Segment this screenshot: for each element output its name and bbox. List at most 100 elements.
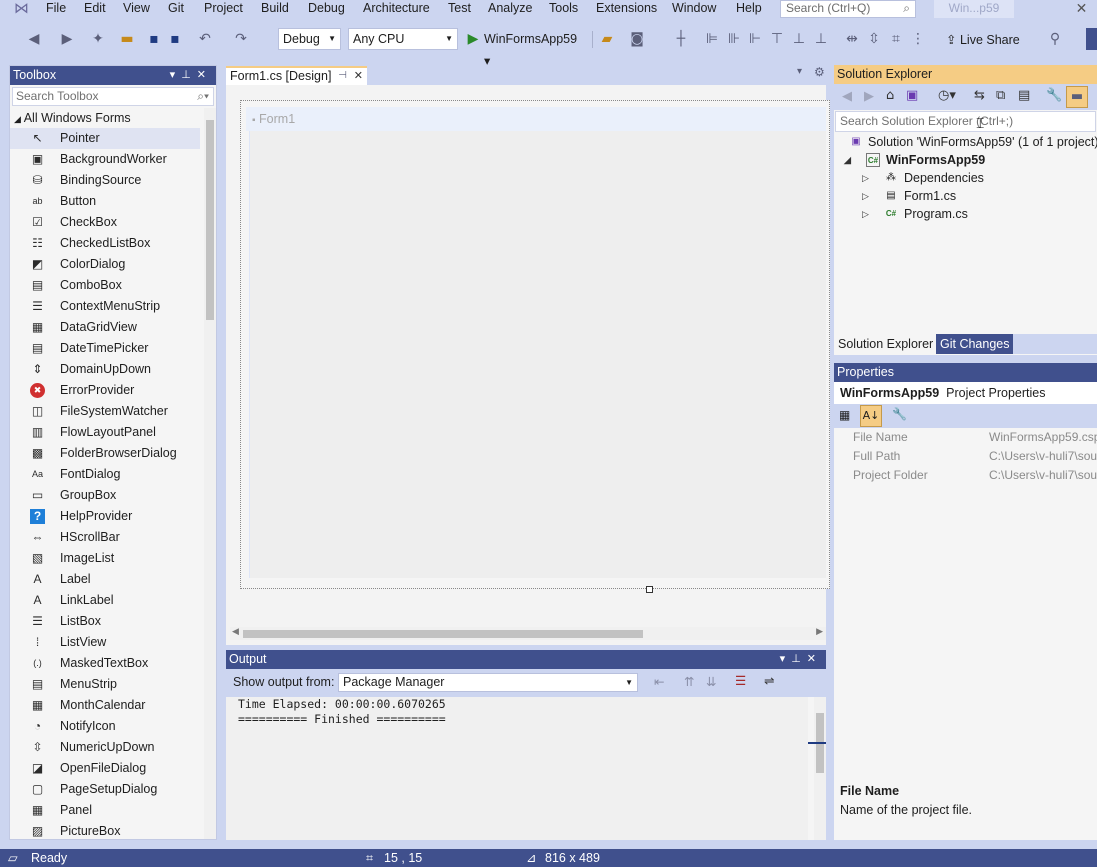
properties-object-selector[interactable]: WinFormsApp59 Project Properties bbox=[834, 382, 1097, 404]
scrollbar-thumb[interactable] bbox=[206, 120, 214, 320]
pin-icon[interactable]: ⊥ bbox=[791, 653, 807, 665]
toolbox-item[interactable]: ▦ MonthCalendar bbox=[10, 695, 200, 716]
start-debugging-icon[interactable]: ▶ bbox=[465, 28, 481, 50]
platform-dropdown[interactable]: Any CPU ▼ bbox=[348, 28, 458, 50]
configuration-dropdown[interactable]: Debug ▼ bbox=[278, 28, 341, 50]
form1-canvas[interactable] bbox=[249, 131, 826, 578]
toolbox-item[interactable]: ⁞ ListView bbox=[10, 632, 200, 653]
tab-solution-explorer[interactable]: Solution Explorer bbox=[834, 334, 938, 354]
align-left-icon[interactable]: ⊫ bbox=[703, 28, 721, 50]
alphabetical-icon[interactable]: A↓ bbox=[860, 405, 882, 427]
collapse-all-icon[interactable]: ⧉ bbox=[996, 88, 1005, 103]
redo-icon[interactable]: ↷ bbox=[232, 28, 250, 50]
toolbox-item[interactable]: ⇕ DomainUpDown bbox=[10, 359, 200, 380]
save-all-icon[interactable]: ▪ bbox=[166, 28, 184, 50]
show-all-files-icon[interactable]: ▤ bbox=[1018, 88, 1030, 103]
toolbox-item[interactable]: ▤ MenuStrip bbox=[10, 674, 200, 695]
account-badge[interactable] bbox=[1086, 28, 1097, 50]
toolbox-scrollbar[interactable] bbox=[204, 108, 216, 839]
menu-file[interactable]: File bbox=[46, 0, 66, 17]
toolbox-item[interactable]: ◪ OpenFileDialog bbox=[10, 758, 200, 779]
save-icon[interactable]: ▪ bbox=[145, 28, 163, 50]
toolbox-item[interactable]: A LinkLabel bbox=[10, 590, 200, 611]
toolbox-item[interactable]: ⇔ HScrollBar bbox=[10, 527, 200, 548]
solution-search-input[interactable]: Search Solution Explorer (Ctrl+;) bbox=[835, 111, 1096, 132]
toolbox-item[interactable]: ▥ FlowLayoutPanel bbox=[10, 422, 200, 443]
visual-studio-logo-icon[interactable]: ⋈ bbox=[14, 0, 34, 17]
align-right-icon[interactable]: ⊩ bbox=[746, 28, 764, 50]
toolbox-item[interactable]: ↖ Pointer bbox=[10, 128, 200, 149]
align-middle-icon[interactable]: ⊥ bbox=[790, 28, 808, 50]
categorized-icon[interactable]: ▦ bbox=[839, 408, 850, 422]
undo-icon[interactable]: ↶ bbox=[196, 28, 214, 50]
toolbox-item[interactable]: ☰ ListBox bbox=[10, 611, 200, 632]
switch-views-icon[interactable]: ▣ bbox=[906, 88, 918, 103]
sync-icon[interactable]: ⇆ bbox=[974, 88, 985, 103]
toolbox-item[interactable]: ☰ ContextMenuStrip bbox=[10, 296, 200, 317]
toolbox-item[interactable]: ☷ CheckedListBox bbox=[10, 233, 200, 254]
tab-git-changes[interactable]: Git Changes bbox=[936, 334, 1014, 354]
output-scrollbar[interactable] bbox=[814, 697, 826, 840]
toolbox-item[interactable]: (.) MaskedTextBox bbox=[10, 653, 200, 674]
forward-icon[interactable]: ▶ bbox=[58, 28, 76, 50]
toolbox-item[interactable]: ▤ DateTimePicker bbox=[10, 338, 200, 359]
scroll-left-icon[interactable]: ◀ bbox=[232, 627, 239, 637]
tab-list-dropdown-icon[interactable]: ▾ bbox=[797, 66, 802, 77]
new-item-icon[interactable]: ✦ bbox=[88, 28, 108, 50]
global-search-input[interactable]: Search (Ctrl+Q) ⌕ bbox=[780, 0, 916, 18]
menu-analyze[interactable]: Analyze bbox=[488, 0, 532, 17]
toolbox-item[interactable]: ▤ ComboBox bbox=[10, 275, 200, 296]
align-center-icon[interactable]: ⊪ bbox=[725, 28, 743, 50]
menu-test[interactable]: Test bbox=[448, 0, 471, 17]
menu-window[interactable]: Window bbox=[672, 0, 716, 17]
toolbox-item[interactable]: ab Button bbox=[10, 191, 200, 212]
toolbox-item[interactable]: ▧ ImageList bbox=[10, 548, 200, 569]
toolbox-group-header[interactable]: ◢ All Windows Forms bbox=[10, 108, 216, 128]
make-same-width-icon[interactable]: ⇹ bbox=[843, 28, 861, 50]
toolbox-item[interactable]: ◫ FileSystemWatcher bbox=[10, 401, 200, 422]
forward-icon[interactable]: ▶ bbox=[864, 89, 874, 104]
toolbox-item[interactable]: ⇳ NumericUpDown bbox=[10, 737, 200, 758]
scroll-right-icon[interactable]: ▶ bbox=[816, 627, 823, 637]
toolbox-item[interactable]: ◔ NotifyIcon bbox=[10, 716, 200, 737]
toolbox-item[interactable]: ⛁ BindingSource bbox=[10, 170, 200, 191]
property-row[interactable]: Project Folder C:\Users\v-huli7\sou bbox=[834, 466, 1097, 485]
toolbox-item[interactable]: ? HelpProvider bbox=[10, 506, 200, 527]
tab-form1-design[interactable]: Form1.cs [Design] ⊣ ✕ bbox=[226, 66, 367, 85]
dropdown-icon[interactable]: ▾ bbox=[170, 69, 182, 81]
toolbox-item[interactable]: ▭ GroupBox bbox=[10, 485, 200, 506]
program-node[interactable]: ▷ C# Program.cs bbox=[834, 205, 1097, 223]
menu-git[interactable]: Git bbox=[168, 0, 184, 17]
menu-debug[interactable]: Debug bbox=[308, 0, 345, 17]
settings-icon[interactable]: ⚙ bbox=[814, 65, 825, 79]
start-button[interactable]: WinFormsApp59 ▾ bbox=[484, 28, 584, 68]
close-icon[interactable]: ✕ bbox=[807, 653, 822, 665]
pin-icon[interactable]: ⊥ bbox=[181, 69, 197, 81]
toolbox-item[interactable]: ▦ DataGridView bbox=[10, 317, 200, 338]
pending-changes-icon[interactable]: ◷▾ bbox=[938, 88, 956, 103]
pin-icon[interactable]: ⊣ bbox=[338, 68, 347, 84]
align-bottom-icon[interactable]: ⊥ bbox=[812, 28, 830, 50]
toolbox-item[interactable]: ✖ ErrorProvider bbox=[10, 380, 200, 401]
menu-edit[interactable]: Edit bbox=[84, 0, 106, 17]
menu-project[interactable]: Project bbox=[204, 0, 243, 17]
toolbox-search-input[interactable]: Search Toolbox ⌕▾ bbox=[12, 87, 214, 106]
menu-view[interactable]: View bbox=[123, 0, 150, 17]
find-message-icon[interactable]: ⇤ bbox=[654, 674, 664, 689]
back-icon[interactable]: ◀ bbox=[842, 89, 852, 104]
preview-selected-icon[interactable]: ▬ bbox=[1066, 86, 1088, 108]
toolbox-item[interactable]: ◩ ColorDialog bbox=[10, 254, 200, 275]
property-row[interactable]: Full Path C:\Users\v-huli7\sou bbox=[834, 447, 1097, 466]
toolbox-item[interactable]: Aa FontDialog bbox=[10, 464, 200, 485]
close-icon[interactable]: ✕ bbox=[197, 69, 212, 81]
menu-extensions[interactable]: Extensions bbox=[596, 0, 657, 17]
live-share-button[interactable]: ⇪ Live Share bbox=[946, 30, 1020, 50]
properties-icon[interactable]: 🔧 bbox=[1046, 88, 1062, 103]
next-message-icon[interactable]: ⇊ bbox=[706, 674, 716, 689]
feedback-icon[interactable]: ⚲ bbox=[1046, 28, 1064, 50]
toolbox-item[interactable]: ▣ BackgroundWorker bbox=[10, 149, 200, 170]
menu-build[interactable]: Build bbox=[261, 0, 289, 17]
toolbox-item[interactable]: ☑ CheckBox bbox=[10, 212, 200, 233]
output-text[interactable]: Time Elapsed: 00:00:00.6070265 ==========… bbox=[226, 697, 808, 840]
home-icon[interactable]: ⌂ bbox=[886, 88, 894, 103]
